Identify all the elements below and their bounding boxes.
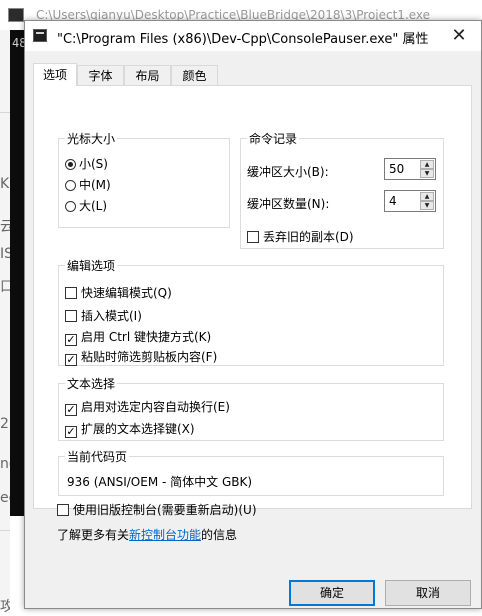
command-history-label: 命令记录 (247, 130, 300, 147)
buffer-size-stepper[interactable]: 50 ▲ ▼ (384, 158, 436, 180)
codepage-value: 936 (ANSI/OEM - 简体中文 GBK) (67, 475, 253, 489)
checkbox-label: 扩展的文本选择键(X) (81, 422, 195, 436)
radio-indicator[interactable] (65, 201, 76, 212)
radio-label: 中(M) (79, 178, 111, 192)
text-selection-label: 文本选择 (65, 375, 118, 392)
checkbox-label: 启用对选定内容自动换行(E) (81, 400, 230, 414)
editor-fragment: 2 (0, 416, 9, 432)
editor-fragment: ng (0, 456, 10, 472)
background-editor-strip: K 云 IS 口 2 ng ec 攻 (0, 30, 10, 615)
checkbox-indicator[interactable]: ✓ (65, 334, 77, 346)
checkbox-ctrl-shortcuts[interactable]: ✓ 启用 Ctrl 键快捷方式(K) (65, 328, 211, 346)
cursor-size-group: 光标大小 小(S) 中(M) 大(L) (58, 130, 230, 228)
editor-fragment: ec (0, 490, 10, 506)
text-selection-group: 文本选择 ✓ 启用对选定内容自动换行(E) ✓ 扩展的文本选择键(X) (58, 375, 444, 441)
dialog-titlebar[interactable]: "C:\Program Files (x86)\Dev-Cpp\ConsoleP… (25, 21, 481, 51)
ok-button[interactable]: 确定 (289, 580, 375, 606)
edit-options-label: 编辑选项 (65, 257, 118, 274)
tab-layout[interactable]: 布局 (124, 65, 171, 85)
spin-down-icon[interactable]: ▼ (420, 201, 434, 210)
buffer-size-value[interactable]: 50 (389, 162, 404, 176)
checkbox-indicator[interactable]: ✓ (65, 426, 77, 438)
checkbox-line-wrap-selection[interactable]: ✓ 启用对选定内容自动换行(E) (65, 398, 230, 416)
editor-fragment: K (0, 176, 10, 192)
close-icon[interactable]: ✕ (437, 21, 481, 51)
buffer-count-stepper[interactable]: 4 ▲ ▼ (384, 190, 436, 212)
checkbox-indicator[interactable] (57, 504, 69, 516)
checkbox-indicator[interactable]: ✓ (65, 404, 77, 416)
editor-fragment: 攻 (0, 599, 10, 615)
properties-dialog: "C:\Program Files (x86)\Dev-Cpp\ConsoleP… (24, 20, 482, 609)
spin-down-icon[interactable]: ▼ (420, 169, 434, 178)
tab-font[interactable]: 字体 (77, 65, 124, 85)
checkbox-label: 启用 Ctrl 键快捷方式(K) (81, 330, 212, 344)
cursor-size-label: 光标大小 (65, 130, 118, 147)
radio-label: 小(S) (79, 157, 108, 171)
checkbox-label: 丢弃旧的副本(D) (263, 230, 354, 244)
dialog-title: "C:\Program Files (x86)\Dev-Cpp\ConsoleP… (57, 32, 429, 47)
checkbox-indicator[interactable] (65, 310, 77, 322)
tab-panel-options: 光标大小 小(S) 中(M) 大(L) 命令记录 缓冲区大小(B): 50 ▲ … (33, 85, 472, 509)
checkbox-label: 插入模式(I) (81, 309, 142, 323)
editor-fragment: 云 (0, 219, 10, 235)
checkbox-indicator[interactable]: ✓ (65, 354, 77, 366)
buffer-count-value[interactable]: 4 (389, 194, 397, 208)
buffer-count-label: 缓冲区数量(N): (247, 197, 330, 211)
console-app-icon (8, 8, 24, 22)
editor-fragment: IS (0, 246, 10, 262)
radio-cursor-medium[interactable]: 中(M) (65, 176, 111, 193)
new-console-features-link[interactable]: 新控制台功能 (129, 528, 201, 542)
checkbox-filter-clipboard[interactable]: ✓ 粘贴时筛选剪贴板内容(F) (65, 348, 217, 366)
tab-colors[interactable]: 颜色 (171, 65, 218, 85)
checkbox-label: 使用旧版控制台(需要重新启动)(U) (73, 503, 257, 517)
checkbox-extended-selection-keys[interactable]: ✓ 扩展的文本选择键(X) (65, 420, 195, 438)
console-app-icon (33, 29, 47, 42)
spin-up-icon[interactable]: ▲ (420, 192, 434, 201)
cancel-button[interactable]: 取消 (385, 580, 471, 606)
edit-options-group: 编辑选项 快速编辑模式(Q) 插入模式(I) ✓ 启用 Ctrl 键快捷方式(K)… (58, 257, 444, 366)
checkbox-indicator[interactable] (65, 287, 77, 299)
codepage-label: 当前代码页 (65, 448, 130, 465)
checkbox-discard-old[interactable]: 丢弃旧的副本(D) (247, 228, 354, 245)
radio-indicator[interactable] (65, 180, 76, 191)
radio-label: 大(L) (79, 199, 108, 213)
checkbox-quick-edit[interactable]: 快速编辑模式(Q) (65, 284, 172, 301)
learn-more-text: 了解更多有关新控制台功能的信息 (57, 526, 237, 543)
editor-fragment: 口 (0, 279, 10, 295)
spin-up-icon[interactable]: ▲ (420, 160, 434, 169)
checkbox-legacy-console[interactable]: 使用旧版控制台(需要重新启动)(U) (57, 501, 257, 518)
radio-cursor-small[interactable]: 小(S) (65, 155, 108, 172)
tab-options[interactable]: 选项 (33, 63, 77, 86)
command-history-group: 命令记录 缓冲区大小(B): 50 ▲ ▼ 缓冲区数量(N): 4 ▲ ▼ 丢弃… (240, 130, 444, 249)
buffer-size-label: 缓冲区大小(B): (247, 165, 329, 179)
checkbox-insert-mode[interactable]: 插入模式(I) (65, 307, 142, 324)
codepage-group: 当前代码页 936 (ANSI/OEM - 简体中文 GBK) (58, 448, 444, 496)
radio-cursor-large[interactable]: 大(L) (65, 197, 107, 214)
radio-indicator[interactable] (65, 159, 76, 170)
checkbox-label: 粘贴时筛选剪贴板内容(F) (81, 350, 218, 364)
learn-more-prefix: 了解更多有关 (57, 528, 130, 542)
learn-more-suffix: 的信息 (201, 528, 238, 542)
checkbox-label: 快速编辑模式(Q) (81, 286, 172, 300)
checkbox-indicator[interactable] (247, 231, 259, 243)
